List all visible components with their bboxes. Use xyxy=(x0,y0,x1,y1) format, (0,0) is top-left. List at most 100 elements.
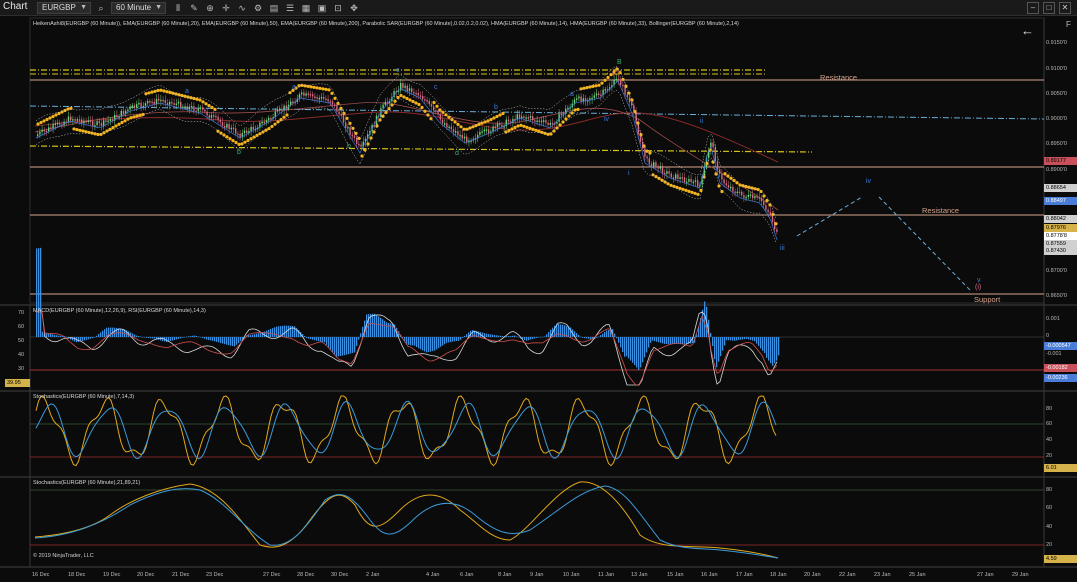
candle xyxy=(732,186,734,192)
candle xyxy=(353,135,356,138)
lock-icon[interactable]: ⊡ xyxy=(332,2,344,14)
candle xyxy=(756,196,758,198)
macd-bar xyxy=(686,337,688,345)
data-box-icon[interactable]: ▣ xyxy=(316,2,328,14)
fib-line-bottom[interactable] xyxy=(29,145,813,153)
pan-icon[interactable]: ✥ xyxy=(348,2,360,14)
sar-dot xyxy=(441,110,445,114)
macd-bar xyxy=(758,337,760,347)
macd-bar xyxy=(462,337,464,338)
candle xyxy=(160,99,162,102)
macd-bar xyxy=(258,333,260,337)
sar-dot xyxy=(681,187,685,191)
macd-bar xyxy=(670,337,672,345)
candle xyxy=(351,134,353,137)
sar-dot xyxy=(384,110,388,115)
macd-bar xyxy=(416,337,418,347)
candle xyxy=(276,109,279,112)
back-arrow-icon[interactable]: ← xyxy=(1021,23,1034,38)
drawing-tool-icon[interactable]: ✎ xyxy=(188,2,200,14)
sar-dot xyxy=(186,95,190,99)
instrument-selector[interactable]: EURGBP ▼ xyxy=(37,2,91,14)
candle xyxy=(668,171,670,174)
wave-label: ii xyxy=(700,118,704,125)
zoom-icon[interactable]: ⊕ xyxy=(204,2,216,14)
macd-bar xyxy=(716,337,718,368)
macd-bar xyxy=(532,337,534,340)
macd-bar xyxy=(728,337,730,341)
sar-dot xyxy=(381,114,385,118)
macd-bar xyxy=(428,337,430,352)
search-icon[interactable]: ⌕ xyxy=(95,2,107,14)
sar-dot xyxy=(243,140,247,144)
sar-dot xyxy=(576,107,580,111)
macd-bar xyxy=(434,337,436,351)
candle xyxy=(263,121,265,124)
candle xyxy=(765,205,767,210)
macd-bar xyxy=(94,337,96,338)
macd-bar xyxy=(310,337,312,340)
candle xyxy=(268,117,270,121)
sar-dot xyxy=(126,117,130,121)
sar-dot xyxy=(678,186,682,190)
sar-dot xyxy=(147,91,151,95)
maximize-button[interactable]: □ xyxy=(1043,2,1055,14)
resistance-label: Resistance xyxy=(922,206,960,215)
sar-dot xyxy=(492,116,496,120)
candle xyxy=(230,127,232,130)
stoch2-axis-label: 40 xyxy=(1046,524,1053,530)
sar-dot xyxy=(639,133,643,137)
candle xyxy=(384,101,386,105)
candle xyxy=(501,124,503,127)
chart-canvas[interactable] xyxy=(0,16,1077,582)
sar-dot xyxy=(48,116,52,120)
candle xyxy=(67,116,70,122)
candle xyxy=(177,101,180,104)
templates-icon[interactable]: ▤ xyxy=(268,2,280,14)
macd-bar xyxy=(762,337,764,351)
close-button[interactable]: ✕ xyxy=(1059,2,1071,14)
candle xyxy=(215,115,217,118)
candle xyxy=(92,121,94,126)
properties-icon[interactable]: ☰ xyxy=(284,2,296,14)
candle xyxy=(129,106,131,110)
macd-bar xyxy=(538,337,540,338)
macd-bar xyxy=(620,337,622,348)
candle xyxy=(538,120,540,122)
candle xyxy=(307,93,309,95)
macd-bar xyxy=(744,337,746,340)
candle xyxy=(496,123,499,128)
candle xyxy=(204,109,206,112)
macd-bar xyxy=(732,337,734,341)
candle xyxy=(580,96,582,102)
minimize-button[interactable]: – xyxy=(1027,2,1039,14)
candle xyxy=(433,106,435,111)
projection-line-up[interactable] xyxy=(796,196,863,237)
macd-bar xyxy=(344,337,346,356)
candle xyxy=(151,101,153,104)
macd-bar xyxy=(240,337,242,342)
panel-icon[interactable]: ▦ xyxy=(300,2,312,14)
candle xyxy=(199,107,202,109)
macd-bar xyxy=(144,337,146,338)
wave-label: iii xyxy=(780,245,785,252)
macd-bar xyxy=(52,334,54,337)
bar-style-icon[interactable]: ⫴ xyxy=(172,2,184,14)
macd-bar xyxy=(66,337,68,338)
sar-dot xyxy=(192,96,196,101)
macd-bar xyxy=(508,336,510,337)
strategy-icon[interactable]: ⚙ xyxy=(252,2,264,14)
macd-bar xyxy=(222,337,224,344)
sar-dot xyxy=(246,138,250,143)
macd-bar xyxy=(70,337,72,340)
candle xyxy=(622,84,624,87)
macd-bar xyxy=(36,248,38,337)
macd-bar xyxy=(642,337,644,363)
date-label: 4 Jan xyxy=(426,572,440,578)
candle xyxy=(140,102,142,107)
candle xyxy=(540,120,543,123)
interval-selector[interactable]: 60 Minute ▼ xyxy=(111,2,166,14)
indicators-icon[interactable]: ∿ xyxy=(236,2,248,14)
macd-bar xyxy=(760,337,762,349)
crosshair-icon[interactable]: ✛ xyxy=(220,2,232,14)
